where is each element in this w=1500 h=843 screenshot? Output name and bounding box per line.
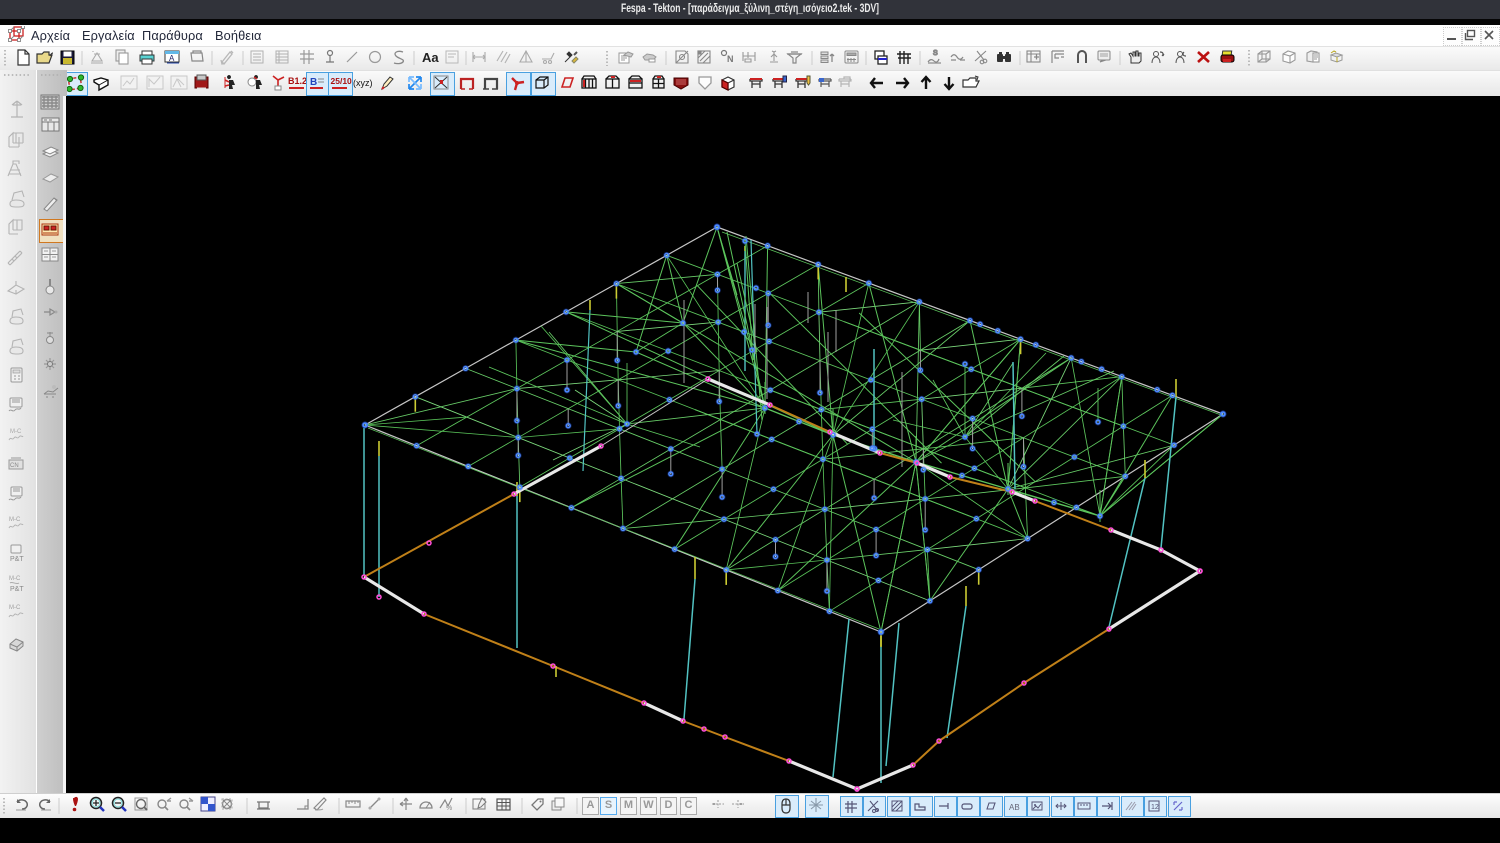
svg-text:S: S [933,50,938,57]
svg-text:12: 12 [1151,804,1159,811]
svg-text:N: N [727,54,734,64]
svg-text:B: B [310,77,317,88]
svg-text:(xyz): (xyz) [353,78,373,88]
svg-text:P&T: P&T [10,586,24,593]
svg-text:AB: AB [1009,803,1020,812]
svg-text:M-C: M-C [9,576,21,582]
svg-text:A: A [169,54,175,63]
svg-text:M-C: M-C [9,605,21,611]
svg-text:B1.2: B1.2 [288,76,307,86]
svg-text:CN: CN [10,463,19,469]
svg-text:M-C: M-C [9,517,21,523]
svg-text:25/10: 25/10 [331,76,353,86]
svg-text:%: % [446,805,452,812]
svg-text:Aa: Aa [422,50,439,65]
svg-text:M-C: M-C [10,429,22,435]
svg-text:P&T: P&T [10,556,24,563]
